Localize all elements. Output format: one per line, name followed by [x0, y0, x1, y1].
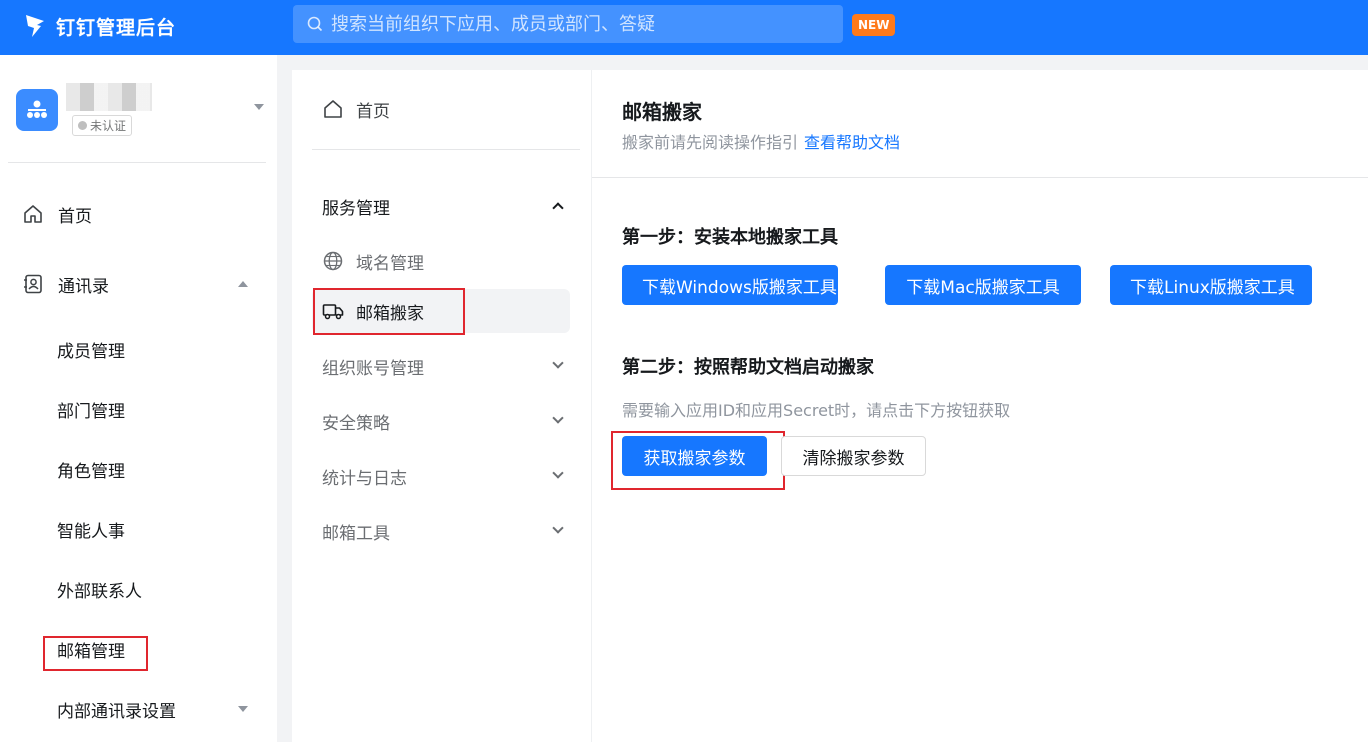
- brand[interactable]: 钉钉管理后台: [24, 12, 176, 40]
- sidebar-item-label: 智能人事: [57, 521, 125, 542]
- nav-item-label: 域名管理: [356, 253, 424, 274]
- chevron-down-icon: [552, 412, 564, 424]
- sidebar-item-label: 外部联系人: [57, 581, 142, 602]
- sidebar-item-label: 角色管理: [57, 461, 125, 482]
- sidebar-item-home[interactable]: 首页: [0, 192, 277, 236]
- caret-down-icon[interactable]: [238, 706, 248, 712]
- highlight-box: [611, 431, 785, 490]
- sidebar-item-label: 成员管理: [57, 341, 125, 362]
- brand-title: 钉钉管理后台: [56, 16, 177, 39]
- divider: [592, 177, 1368, 178]
- sidebar-item-roles[interactable]: 角色管理: [0, 447, 277, 491]
- chevron-down-icon: [552, 467, 564, 479]
- nav-group-service-management[interactable]: 服务管理: [322, 191, 572, 221]
- mailbox-nav-panel: 首页 服务管理 域名管理 邮箱搬家 组织账号管理 安全策略 统计与日志 邮箱工具: [292, 70, 592, 742]
- sidebar-item-label: 通讯录: [58, 276, 109, 297]
- verification-badge: 未认证: [72, 115, 133, 136]
- contacts-icon: [24, 274, 42, 294]
- org-avatar: [16, 89, 58, 131]
- chevron-down-icon: [552, 522, 564, 534]
- page-title: 邮箱搬家: [622, 100, 702, 124]
- new-badge: NEW: [852, 14, 896, 36]
- nav-group-stats-logs[interactable]: 统计与日志: [322, 461, 572, 491]
- left-sidebar: 未认证 首页 通讯录 成员管理 部门管理 角色管理 智能人事 外部联系人 邮箱管…: [0, 55, 277, 742]
- nav-group-label: 安全策略: [322, 413, 390, 434]
- help-doc-link[interactable]: 查看帮助文档: [804, 133, 900, 152]
- nav-item-domain-management[interactable]: 域名管理: [322, 239, 570, 283]
- download-linux-button[interactable]: 下载Linux版搬家工具: [1110, 265, 1312, 305]
- org-switcher[interactable]: 未认证: [16, 83, 266, 163]
- subtitle-text: 搬家前请先阅读操作指引: [622, 133, 799, 152]
- nav-group-label: 组织账号管理: [322, 358, 424, 379]
- sidebar-item-departments[interactable]: 部门管理: [0, 387, 277, 431]
- sidebar-item-label: 部门管理: [57, 401, 125, 422]
- home-icon: [324, 100, 342, 118]
- org-name-blurred: [66, 83, 152, 111]
- caret-down-icon[interactable]: [254, 104, 264, 110]
- dingtalk-logo-icon: [26, 15, 44, 37]
- search-box[interactable]: [293, 5, 843, 43]
- globe-icon: [323, 251, 343, 271]
- divider: [312, 149, 580, 150]
- step1-title: 第一步：安装本地搬家工具: [622, 227, 838, 248]
- search-input[interactable]: [331, 13, 831, 35]
- sidebar-item-contacts[interactable]: 通讯录: [0, 262, 277, 306]
- org-structure-icon: [27, 100, 47, 118]
- nav-group-label: 服务管理: [322, 198, 390, 219]
- main-content: 邮箱搬家 搬家前请先阅读操作指引 查看帮助文档 第一步：安装本地搬家工具 下载Wi…: [592, 70, 1368, 742]
- caret-up-icon[interactable]: [238, 281, 248, 287]
- sidebar-item-external-contacts[interactable]: 外部联系人: [0, 567, 277, 611]
- nav-group-security-policy[interactable]: 安全策略: [322, 406, 572, 436]
- sidebar-item-internal-contacts-settings[interactable]: 内部通讯录设置: [0, 687, 277, 731]
- nav-group-mailbox-tools[interactable]: 邮箱工具: [322, 516, 572, 546]
- download-windows-button[interactable]: 下载Windows版搬家工具: [622, 265, 838, 305]
- clear-migration-params-button[interactable]: 清除搬家参数: [781, 436, 926, 476]
- sidebar-item-smart-hr[interactable]: 智能人事: [0, 507, 277, 551]
- verification-status: 未认证: [90, 119, 127, 133]
- divider: [8, 162, 266, 163]
- nav-group-org-accounts[interactable]: 组织账号管理: [322, 351, 572, 381]
- search-icon: [307, 16, 323, 32]
- sidebar-item-label: 内部通讯录设置: [57, 701, 176, 722]
- step2-title: 第二步：按照帮助文档启动搬家: [622, 357, 874, 378]
- mid-nav-home[interactable]: 首页: [322, 94, 390, 124]
- step2-hint: 需要输入应用ID和应用Secret时，请点击下方按钮获取: [622, 401, 1011, 420]
- highlight-box: [43, 636, 148, 671]
- unverified-icon: [78, 121, 87, 130]
- chevron-up-icon: [552, 202, 564, 214]
- mid-nav-home-label: 首页: [356, 101, 390, 122]
- download-mac-button[interactable]: 下载Mac版搬家工具: [885, 265, 1081, 305]
- page-subtitle: 搬家前请先阅读操作指引 查看帮助文档: [622, 129, 900, 153]
- chevron-down-icon: [552, 357, 564, 369]
- sidebar-item-label: 首页: [58, 206, 92, 227]
- home-icon: [24, 205, 42, 223]
- nav-group-label: 邮箱工具: [322, 523, 390, 544]
- highlight-box: [313, 288, 465, 335]
- sidebar-item-members[interactable]: 成员管理: [0, 327, 277, 371]
- top-bar: 钉钉管理后台 NEW: [0, 0, 1368, 55]
- nav-group-label: 统计与日志: [322, 468, 407, 489]
